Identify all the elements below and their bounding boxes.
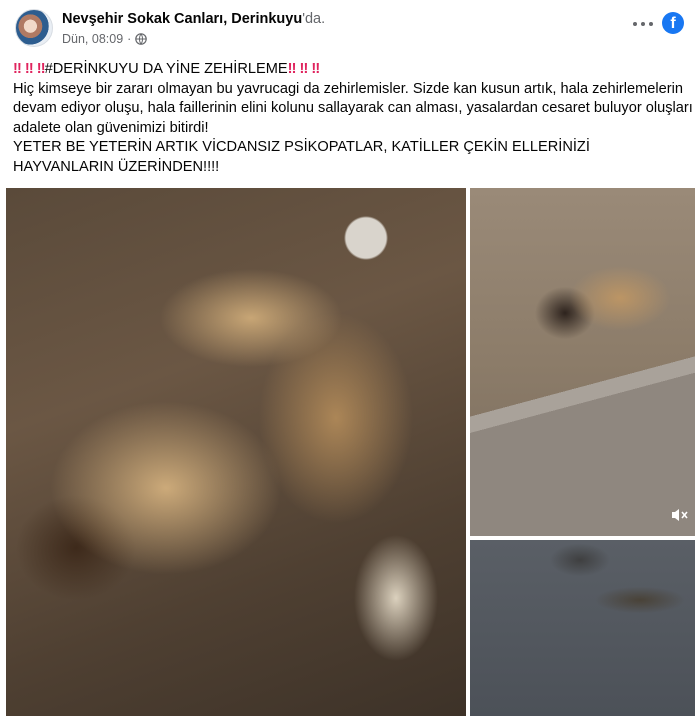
meta-dot: ·	[127, 32, 132, 46]
facebook-logo-icon: f	[662, 12, 684, 34]
author-name[interactable]: Nevşehir Sokak Canları	[62, 11, 223, 27]
double-exclamation-emoji: ‼	[287, 61, 297, 77]
double-exclamation-emoji: ‼	[13, 61, 22, 77]
double-exclamation-emoji: ‼	[24, 61, 34, 77]
post-caps-line: YETER BE YETERİN ARTIK VİCDANSIZ PSİKOPA…	[13, 139, 590, 175]
double-exclamation-emoji: ‼	[311, 61, 320, 77]
location-suffix: 'da.	[302, 11, 326, 27]
volume-mute-icon[interactable]	[669, 505, 689, 525]
globe-icon[interactable]	[135, 33, 148, 45]
double-exclamation-emoji: ‼	[36, 61, 46, 77]
post-timestamp[interactable]: Dün, 08:09	[62, 32, 123, 46]
post-paragraph: Hiç kimseye bir zararı olmayan bu yavruc…	[13, 80, 693, 136]
hashtag-link[interactable]: #DERİNKUYU DA YİNE ZEHİRLEME	[45, 61, 288, 77]
avatar[interactable]	[15, 9, 53, 47]
author-line: Nevşehir Sokak Canları, Derinkuyu'da.	[62, 11, 325, 27]
more-options-icon[interactable]	[631, 14, 655, 34]
double-exclamation-emoji: ‼	[299, 61, 309, 77]
author-separator: ,	[223, 11, 228, 27]
post-text: ‼ ‼ ‼#DERİNKUYU DA YİNE ZEHİRLEME‼ ‼ ‼ H…	[13, 60, 693, 177]
hashtag-line: ‼ ‼ ‼#DERİNKUYU DA YİNE ZEHİRLEME‼ ‼ ‼	[13, 60, 693, 80]
post-header: Nevşehir Sokak Canları, Derinkuyu'da. Dü…	[0, 0, 695, 56]
photo-1[interactable]	[6, 188, 466, 716]
photo-grid	[0, 188, 695, 716]
photo-2[interactable]	[470, 188, 695, 536]
photo-3[interactable]	[470, 540, 695, 716]
location-link[interactable]: Derinkuyu	[231, 11, 302, 27]
post-meta: Dün, 08:09 ·	[62, 32, 148, 46]
